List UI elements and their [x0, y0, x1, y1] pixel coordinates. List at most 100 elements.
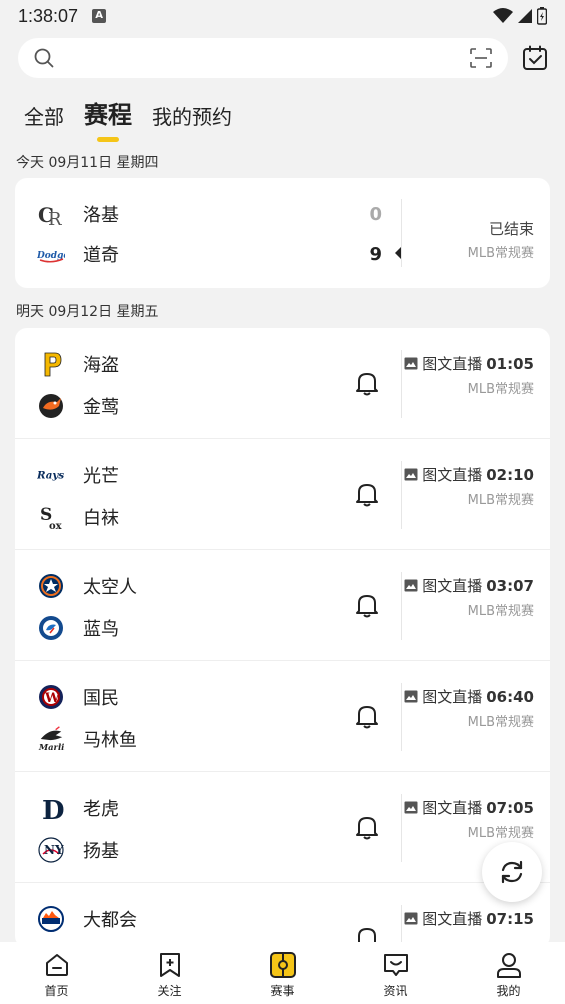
match-row[interactable]: 大都会 图文直播 07:15	[15, 883, 550, 948]
team-name: 大都会	[83, 910, 137, 931]
date-header-tomorrow: 明天 09月12日 星期五	[16, 304, 159, 320]
events-icon	[269, 951, 296, 978]
match-row[interactable]: CR 洛基 Dodgers 道奇 0 9 已结束 MLB常规赛	[15, 178, 550, 288]
search-row	[18, 38, 550, 78]
dodgers-logo-icon: Dodgers	[37, 240, 65, 268]
svg-text:R: R	[48, 209, 62, 228]
rays-logo-icon: Rays	[37, 461, 65, 489]
refresh-button[interactable]	[482, 842, 542, 902]
blue-jays-logo-icon	[37, 614, 65, 642]
tab-all[interactable]: 全部	[24, 101, 64, 134]
team-row: 蓝鸟	[37, 614, 119, 642]
svg-text:W: W	[44, 691, 60, 706]
team-name: 光芒	[83, 466, 119, 487]
bookmark-plus-icon	[159, 952, 180, 977]
team-row: 海盗	[37, 350, 119, 378]
yankees-logo-icon: NY	[37, 836, 65, 864]
nav-events[interactable]: 赛事	[226, 942, 339, 1004]
tab-schedule[interactable]: 赛程	[84, 95, 132, 134]
team-row: W 国民	[37, 683, 119, 711]
team-name: 蓝鸟	[83, 619, 119, 640]
match-row[interactable]: 海盗 金莺 图文直播 01:05 MLB常规赛	[15, 328, 550, 439]
match-time: 07:05	[486, 798, 534, 817]
team-row: D 老虎	[37, 794, 119, 822]
nav-follow[interactable]: 关注	[113, 942, 226, 1004]
orioles-logo-icon	[37, 392, 65, 420]
home-score: 0	[369, 204, 382, 225]
live-info: 图文直播 02:10	[404, 464, 534, 485]
bell-icon[interactable]	[355, 814, 379, 840]
today-card: CR 洛基 Dodgers 道奇 0 9 已结束 MLB常规赛	[15, 178, 550, 288]
team-name: 扬基	[83, 841, 119, 862]
tab-my-reservations[interactable]: 我的预约	[152, 101, 232, 134]
search-icon	[34, 48, 54, 68]
nav-label: 我的	[496, 983, 521, 998]
team-name: 海盗	[83, 355, 119, 376]
team-row: Sox 白袜	[37, 503, 119, 531]
schedule-tabs: 全部 赛程 我的预约	[24, 94, 232, 134]
team-name: 道奇	[83, 245, 119, 266]
live-label: 图文直播	[422, 910, 483, 928]
live-label: 图文直播	[422, 466, 483, 484]
away-score: 9	[369, 244, 382, 265]
league-label: MLB常规赛	[467, 604, 534, 619]
team-name: 洛基	[83, 205, 119, 226]
divider	[401, 572, 402, 640]
svg-text:ox: ox	[49, 521, 63, 531]
search-input[interactable]	[18, 38, 508, 78]
nationals-logo-icon: W	[37, 683, 65, 711]
divider	[401, 683, 402, 751]
tomorrow-card: 海盗 金莺 图文直播 01:05 MLB常规赛 Rays 光芒 Sox 白袜 图…	[15, 328, 550, 948]
match-row[interactable]: D 老虎 NY 扬基 图文直播 07:05 MLB常规赛	[15, 772, 550, 883]
scan-icon[interactable]	[470, 48, 492, 68]
team-name: 国民	[83, 688, 119, 709]
team-row: Marlins 马林鱼	[37, 725, 137, 753]
image-icon	[404, 357, 418, 370]
match-row[interactable]: 太空人 蓝鸟 图文直播 03:07 MLB常规赛	[15, 550, 550, 661]
calendar-button[interactable]	[520, 43, 550, 73]
date-header-today: 今天 09月11日 星期四	[16, 155, 159, 171]
svg-text:Marlins: Marlins	[38, 742, 65, 752]
live-info: 图文直播 03:07	[404, 575, 534, 596]
system-icons	[493, 7, 547, 25]
image-icon	[404, 801, 418, 814]
bell-icon[interactable]	[355, 703, 379, 729]
bell-icon[interactable]	[355, 481, 379, 507]
nav-news[interactable]: 资讯	[339, 942, 452, 1004]
team-row: 大都会	[37, 905, 137, 933]
svg-text:D: D	[42, 796, 65, 822]
team-name: 太空人	[83, 577, 137, 598]
calendar-check-icon	[523, 45, 547, 70]
notification-a-icon: A	[92, 9, 107, 23]
league-label: MLB常规赛	[467, 493, 534, 508]
clock: 1:38:07	[18, 5, 79, 26]
live-info: 图文直播 07:05	[404, 797, 534, 818]
nav-profile[interactable]: 我的	[452, 942, 565, 1004]
team-row: NY 扬基	[37, 836, 119, 864]
team-row: Rays 光芒	[37, 461, 119, 489]
team-row: 太空人	[37, 572, 137, 600]
white-sox-logo-icon: Sox	[37, 503, 65, 531]
signal-icon	[518, 9, 532, 23]
status-bar: 1:38:07 A	[0, 0, 565, 32]
match-row[interactable]: Rays 光芒 Sox 白袜 图文直播 02:10 MLB常规赛	[15, 439, 550, 550]
divider	[401, 199, 402, 267]
nav-home[interactable]: 首页	[0, 942, 113, 1004]
image-icon	[404, 468, 418, 481]
tigers-logo-icon: D	[37, 794, 65, 822]
league-label: MLB常规赛	[467, 246, 534, 261]
live-info: 图文直播 07:15	[404, 908, 534, 929]
divider	[401, 461, 402, 529]
rockies-logo-icon: CR	[37, 200, 65, 228]
nav-label: 首页	[44, 983, 69, 998]
live-label: 图文直播	[422, 577, 483, 595]
match-row[interactable]: W 国民 Marlins 马林鱼 图文直播 06:40 MLB常规赛	[15, 661, 550, 772]
bell-icon[interactable]	[355, 370, 379, 396]
team-row: 金莺	[37, 392, 119, 420]
team-name: 老虎	[83, 799, 119, 820]
bell-icon[interactable]	[355, 592, 379, 618]
match-time: 07:15	[486, 909, 534, 928]
astros-logo-icon	[37, 572, 65, 600]
mets-logo-icon	[37, 905, 65, 933]
live-info: 图文直播 06:40	[404, 686, 534, 707]
